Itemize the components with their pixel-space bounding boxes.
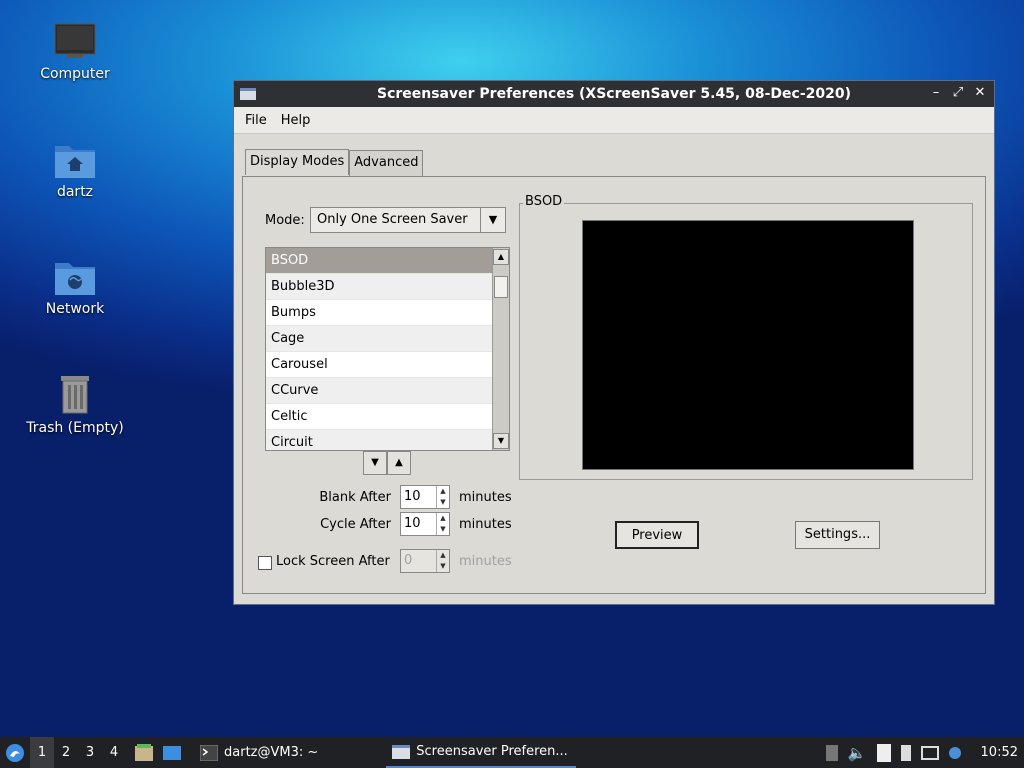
- menu-help[interactable]: Help: [274, 113, 318, 128]
- menubar: File Help: [234, 107, 994, 134]
- lock-screen-spinner[interactable]: 0 ▲ ▼: [400, 549, 450, 573]
- clipboard-icon[interactable]: [876, 743, 891, 762]
- file-manager-launcher[interactable]: [130, 737, 158, 768]
- task-screensaver[interactable]: Screensaver Preferen...: [386, 737, 577, 768]
- lock-screen-label[interactable]: Lock Screen After: [276, 554, 390, 569]
- list-item[interactable]: Bumps: [266, 300, 509, 326]
- workspace-1[interactable]: 1: [30, 737, 54, 768]
- settings-button[interactable]: Settings...: [795, 521, 880, 549]
- screensaver-list[interactable]: BSOD Bubble3D Bumps Cage Carousel CCurve…: [265, 247, 510, 451]
- preview-screen: [582, 220, 914, 470]
- lock-screen-value: 0: [404, 553, 413, 568]
- desktop-icon-label: Computer: [40, 66, 110, 82]
- blank-after-spinner[interactable]: 10 ▲ ▼: [400, 485, 450, 509]
- mode-dropdown[interactable]: Only One Screen Saver ▼: [310, 207, 506, 233]
- list-item[interactable]: Circuit: [266, 430, 509, 450]
- cycle-after-value: 10: [404, 516, 421, 531]
- network-folder-icon: [55, 263, 95, 295]
- list-item[interactable]: BSOD: [266, 248, 509, 274]
- scroll-up-icon[interactable]: ▲: [493, 249, 509, 265]
- start-menu-button[interactable]: [0, 737, 30, 768]
- trash-icon: [61, 376, 89, 414]
- minimize-icon[interactable]: –: [928, 84, 944, 102]
- home-folder-icon: [55, 146, 95, 178]
- tab-display-modes[interactable]: Display Modes: [245, 149, 350, 175]
- taskbar: 1 2 3 4 dartz@VM3: ~ Screensaver Prefere…: [0, 737, 1024, 768]
- lock-screen-checkbox[interactable]: [258, 556, 272, 570]
- window-icon: [392, 744, 411, 759]
- preview-frame-label: BSOD: [523, 194, 565, 209]
- network-status-icon[interactable]: [920, 745, 939, 760]
- desktop-icon-home[interactable]: dartz: [20, 140, 130, 200]
- preview-frame: [519, 203, 973, 480]
- desktop-icon-trash[interactable]: Trash (Empty): [20, 372, 130, 436]
- battery-icon[interactable]: [900, 744, 911, 761]
- spin-arrows-icon[interactable]: ▲ ▼: [436, 550, 449, 572]
- show-desktop-launcher[interactable]: [158, 737, 186, 768]
- list-item[interactable]: Celtic: [266, 404, 509, 430]
- list-item[interactable]: Carousel: [266, 352, 509, 378]
- tab-advanced[interactable]: Advanced: [349, 150, 424, 176]
- scroll-thumb[interactable]: [494, 276, 508, 298]
- task-screensaver-label: Screensaver Preferen...: [416, 744, 568, 759]
- next-saver-button[interactable]: ▼: [363, 451, 387, 475]
- notification-icon[interactable]: [948, 746, 961, 759]
- close-icon[interactable]: ✕: [972, 84, 988, 102]
- blank-after-label: Blank After: [319, 490, 391, 505]
- blank-after-value: 10: [404, 489, 421, 504]
- titlebar[interactable]: Screensaver Preferences (XScreenSaver 5.…: [234, 81, 994, 107]
- tray-arrow-icon[interactable]: [825, 744, 838, 761]
- maximize-icon[interactable]: ⤢: [950, 84, 966, 102]
- desktop-icon-label: dartz: [56, 184, 94, 200]
- display-modes-panel: Mode: Only One Screen Saver ▼ BSOD Bubbl…: [242, 176, 986, 594]
- list-scrollbar[interactable]: ▲ ▼: [492, 248, 509, 450]
- cycle-after-units: minutes: [459, 517, 512, 532]
- spin-arrows-icon[interactable]: ▲ ▼: [436, 486, 449, 508]
- clock[interactable]: 10:52: [981, 745, 1018, 760]
- app-menu-icon: [6, 743, 24, 762]
- scroll-down-icon[interactable]: ▼: [493, 433, 509, 449]
- desktop-icon-label: Trash (Empty): [26, 420, 124, 436]
- tab-strip: Display Modes Advanced: [245, 149, 424, 176]
- window-title: Screensaver Preferences (XScreenSaver 5.…: [376, 86, 852, 102]
- window-app-icon[interactable]: [240, 88, 256, 100]
- preview-button[interactable]: Preview: [615, 521, 699, 549]
- desktop-icon-label: Network: [45, 301, 105, 317]
- workspace-3[interactable]: 3: [78, 737, 102, 768]
- desktop-icon: [163, 745, 181, 760]
- terminal-icon: [200, 744, 218, 761]
- cycle-after-spinner[interactable]: 10 ▲ ▼: [400, 512, 450, 536]
- desktop-icon-computer[interactable]: Computer: [20, 22, 130, 82]
- mode-value: Only One Screen Saver: [317, 212, 468, 227]
- menu-file[interactable]: File: [238, 113, 274, 128]
- workspace-2[interactable]: 2: [54, 737, 78, 768]
- list-item[interactable]: CCurve: [266, 378, 509, 404]
- lock-screen-units: minutes: [459, 554, 512, 569]
- computer-icon: [54, 23, 96, 58]
- dropdown-arrow-icon[interactable]: ▼: [480, 208, 505, 232]
- volume-icon[interactable]: 🔈: [848, 744, 867, 762]
- prev-saver-button[interactable]: ▲: [387, 451, 411, 475]
- task-terminal[interactable]: dartz@VM3: ~: [194, 737, 324, 768]
- list-item[interactable]: Cage: [266, 326, 509, 352]
- task-terminal-label: dartz@VM3: ~: [224, 745, 319, 760]
- workspace-4[interactable]: 4: [102, 737, 126, 768]
- system-tray: 🔈 10:52: [825, 737, 1024, 768]
- file-manager-icon: [135, 743, 153, 761]
- list-item[interactable]: Bubble3D: [266, 274, 509, 300]
- cycle-after-label: Cycle After: [320, 517, 391, 532]
- spin-arrows-icon[interactable]: ▲ ▼: [436, 513, 449, 535]
- mode-label: Mode:: [265, 213, 305, 228]
- blank-after-units: minutes: [459, 490, 512, 505]
- screensaver-preferences-window: Screensaver Preferences (XScreenSaver 5.…: [233, 80, 995, 605]
- desktop-icon-network[interactable]: Network: [20, 257, 130, 317]
- list-nav-buttons: ▼ ▲: [363, 451, 411, 475]
